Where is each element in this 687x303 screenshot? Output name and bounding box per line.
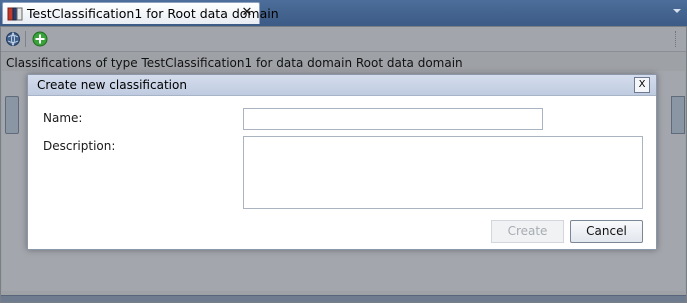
- tab-close-icon[interactable]: ✕: [240, 5, 254, 21]
- toolbar-grip: [675, 31, 678, 47]
- dialog-title: Create new classification: [37, 78, 187, 92]
- description-input[interactable]: [243, 136, 643, 209]
- panel-toolbar: [1, 27, 686, 52]
- globe-icon[interactable]: [5, 31, 21, 47]
- panel-bottom-bar: [1, 295, 686, 302]
- dialog-close-button[interactable]: X: [634, 77, 650, 93]
- panel-heading: Classifications of type TestClassificati…: [6, 56, 463, 70]
- list-item-icon: [5, 96, 19, 134]
- classification-icon: [7, 6, 23, 22]
- document-tab[interactable]: TestClassification1 for Root data domain…: [2, 2, 279, 24]
- list-item-selection-edge: [671, 96, 685, 134]
- name-label: Name:: [43, 111, 83, 125]
- name-input[interactable]: [243, 108, 543, 130]
- add-icon[interactable]: [32, 31, 48, 47]
- cancel-button[interactable]: Cancel: [570, 220, 643, 243]
- dialog-titlebar: Create new classification X: [28, 75, 656, 96]
- create-button[interactable]: Create: [491, 220, 564, 243]
- create-classification-dialog: Create new classification X Name: Descri…: [27, 74, 657, 250]
- toolbar-separator: [25, 31, 26, 47]
- document-tab-strip: TestClassification1 for Root data domain…: [0, 0, 687, 27]
- description-label: Description:: [43, 139, 116, 153]
- tab-menu-chevron-down-icon[interactable]: [673, 9, 681, 13]
